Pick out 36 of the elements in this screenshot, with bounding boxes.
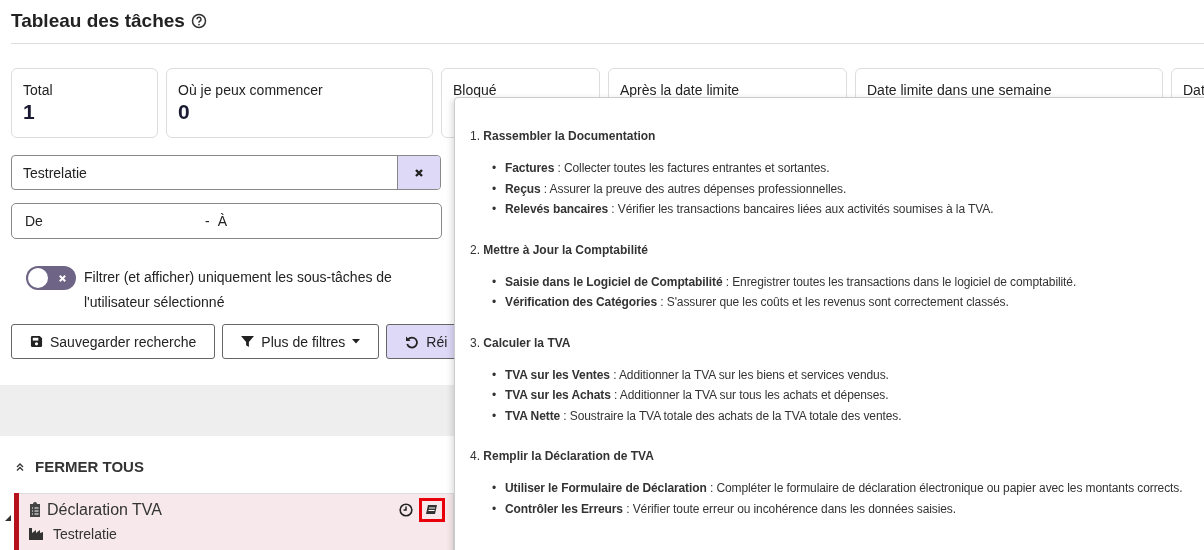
bullet: • <box>492 500 498 518</box>
bullet: • <box>492 294 498 311</box>
page-title: Tableau des tâches <box>11 10 185 32</box>
client-name: Testrelatie <box>53 525 117 542</box>
bullet: • <box>492 201 498 218</box>
section-heading: 4. Remplir la Déclaration de TVA <box>470 448 655 464</box>
section-heading: 2. Mettre à Jour la Comptabilité <box>470 241 650 258</box>
bullet: • <box>492 407 498 425</box>
section-heading: 3. Calculer la TVA <box>470 334 572 351</box>
list-item: TVA Nette : Soustraire la TVA totale des achats de la TVA totale des ventes. <box>505 407 902 425</box>
list-item: Relevés bancaires : Vérifier les transactions bancaires liées aux activités soumises à la TVA. <box>505 201 994 218</box>
stat-value: 1 <box>23 100 35 124</box>
list-item: Reçus : Assurer la preuve des autres dépenses professionnelles. <box>505 180 847 198</box>
bullet: • <box>492 273 498 291</box>
stat-label: Après la date limite <box>620 82 740 98</box>
list-item: Contrôler les Erreurs : Vérifier toute erreur ou incohérence dans les données saisies. <box>505 500 956 518</box>
section-heading: 1. Rassembler la Documentation <box>470 128 657 144</box>
list-item: Saisie dans le Logiciel de Comptabilité : Enregistrer toutes les transactions dans le logiciel de comptabilité. <box>505 273 1077 291</box>
bullet: • <box>492 480 498 497</box>
bullet: • <box>492 180 498 198</box>
stat-value: 0 <box>178 100 190 124</box>
list-item: Utiliser le Formulaire de Déclaration : Compléter le formulaire de déclaration électronique ou papier avec les montants corrects. <box>505 480 1183 497</box>
stat-label: Bloqué <box>453 82 497 98</box>
toggle-label: Filtrer (et afficher) uniquement les sous-tâches de l'utilisateur sélectionné <box>84 268 393 312</box>
bullet: • <box>492 366 498 384</box>
list-item: TVA sur les Achats : Additionner la TVA sur tous les achats et dépenses. <box>505 387 889 404</box>
stat-label: Où je peux commencer <box>178 82 323 98</box>
bullet: • <box>492 387 498 404</box>
task-title: Déclaration TVA <box>47 500 162 519</box>
bullet: • <box>492 160 498 177</box>
stat-label: Total <box>23 82 53 98</box>
stat-label: Dat <box>1183 82 1204 98</box>
list-item: Vérification des Catégories : S'assurer que les coûts et les revenus sont correctement classés. <box>505 294 1009 311</box>
stat-label: Date limite dans une semaine <box>867 82 1052 98</box>
list-item: TVA sur les Ventes : Additionner la TVA sur les biens et services vendus. <box>505 366 889 384</box>
list-item: Factures : Collecter toutes les factures entrantes et sortantes. <box>505 160 830 177</box>
